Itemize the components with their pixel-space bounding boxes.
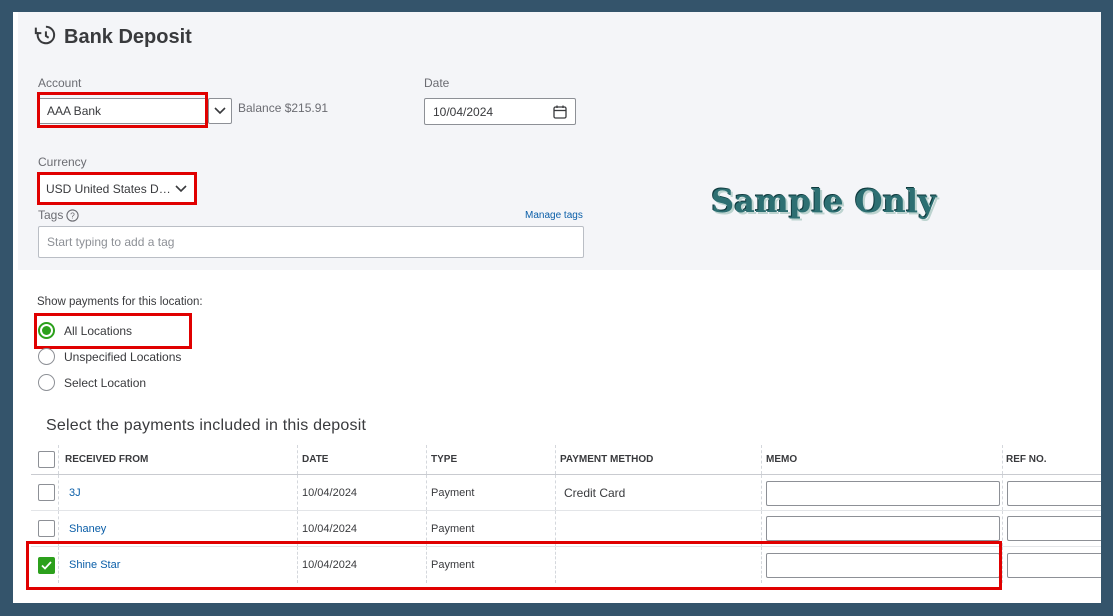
table-row-selected[interactable]: Shine Star 10/04/2024 Payment	[31, 547, 1101, 583]
row-type: Payment	[431, 559, 475, 571]
radio-label: Select Location	[64, 375, 147, 390]
help-circle-icon[interactable]: ?	[66, 208, 80, 222]
chevron-down-icon	[175, 184, 187, 192]
radio-circle[interactable]	[38, 322, 55, 339]
received-from-link[interactable]: Shine Star	[69, 547, 120, 583]
row-date: 10/04/2024	[302, 522, 358, 535]
col-date[interactable]: DATE	[302, 445, 328, 474]
col-divider	[297, 445, 298, 474]
calendar-icon[interactable]	[553, 105, 567, 119]
col-divider	[426, 445, 427, 474]
memo-input[interactable]	[766, 481, 1000, 506]
table-row[interactable]: 3J 10/04/2024 Payment Credit Card	[31, 475, 1101, 511]
date-input[interactable]	[433, 104, 543, 119]
row-checkbox-checked[interactable]	[38, 556, 55, 574]
account-input[interactable]	[47, 104, 199, 118]
location-label: Show payments for this location:	[37, 296, 203, 308]
manage-tags-link[interactable]: Manage tags	[525, 210, 583, 221]
account-dropdown-button[interactable]	[208, 98, 232, 124]
radio-select-location[interactable]: Select Location	[38, 374, 146, 391]
date-label: Date	[424, 76, 450, 90]
sample-watermark: Sample Only	[711, 182, 937, 220]
chevron-down-icon	[214, 107, 226, 115]
account-field[interactable]	[38, 98, 208, 124]
col-memo[interactable]: MEMO	[766, 445, 797, 474]
radio-unspecified-locations[interactable]: Unspecified Locations	[38, 348, 181, 365]
currency-label: Currency	[38, 155, 87, 169]
row-date: 10/04/2024	[302, 486, 358, 499]
col-type[interactable]: TYPE	[431, 445, 457, 474]
col-divider	[58, 445, 59, 474]
row-checkbox[interactable]	[38, 520, 55, 537]
tags-field[interactable]	[38, 226, 584, 258]
radio-circle[interactable]	[38, 374, 55, 391]
radio-circle[interactable]	[38, 348, 55, 365]
history-icon[interactable]	[34, 24, 56, 51]
account-balance: Balance $215.91	[238, 101, 329, 115]
col-payment-method[interactable]: PAYMENT METHOD	[560, 445, 653, 474]
table-row[interactable]: Shaney 10/04/2024 Payment	[31, 511, 1101, 547]
currency-value: USD United States D…	[46, 181, 171, 196]
col-divider	[555, 445, 556, 474]
radio-label: All Locations	[64, 323, 133, 338]
tags-label-row: Tags ?	[38, 208, 80, 222]
row-type: Payment	[431, 486, 475, 499]
ref-no-input[interactable]	[1007, 516, 1101, 541]
memo-input[interactable]	[766, 516, 1000, 541]
select-all-checkbox[interactable]	[38, 451, 55, 468]
received-from-link[interactable]: 3J	[69, 475, 81, 510]
account-label: Account	[38, 76, 82, 90]
memo-input[interactable]	[766, 553, 1000, 578]
radio-label: Unspecified Locations	[64, 349, 182, 364]
ref-no-input[interactable]	[1007, 481, 1101, 506]
row-checkbox[interactable]	[38, 484, 55, 501]
tags-label: Tags	[38, 208, 64, 222]
row-type: Payment	[431, 522, 475, 535]
checkmark-icon	[41, 560, 52, 570]
row-date: 10/04/2024	[302, 559, 358, 571]
tags-input[interactable]	[47, 235, 575, 249]
received-from-link[interactable]: Shaney	[69, 511, 106, 546]
col-ref-no[interactable]: REF NO.	[1006, 445, 1047, 474]
col-divider	[1002, 445, 1003, 474]
page-title: Bank Deposit	[64, 26, 192, 48]
row-method: Credit Card	[564, 485, 626, 500]
svg-text:?: ?	[70, 210, 75, 220]
currency-select[interactable]: USD United States D…	[38, 175, 195, 202]
table-header: RECEIVED FROM DATE TYPE PAYMENT METHOD M…	[31, 445, 1101, 475]
ref-no-input[interactable]	[1007, 553, 1101, 578]
date-field[interactable]	[424, 98, 576, 125]
payments-section-title: Select the payments included in this dep…	[46, 417, 367, 434]
title-row: Bank Deposit	[34, 24, 192, 51]
bank-deposit-window: Bank Deposit Account Balance $215.91 Dat…	[13, 12, 1101, 603]
radio-all-locations[interactable]: All Locations	[38, 322, 132, 339]
select-all-cell	[38, 445, 55, 474]
payments-table: RECEIVED FROM DATE TYPE PAYMENT METHOD M…	[31, 445, 1101, 583]
header-panel: Bank Deposit Account Balance $215.91 Dat…	[18, 12, 1101, 270]
col-divider	[761, 445, 762, 474]
col-received-from[interactable]: RECEIVED FROM	[65, 445, 148, 474]
